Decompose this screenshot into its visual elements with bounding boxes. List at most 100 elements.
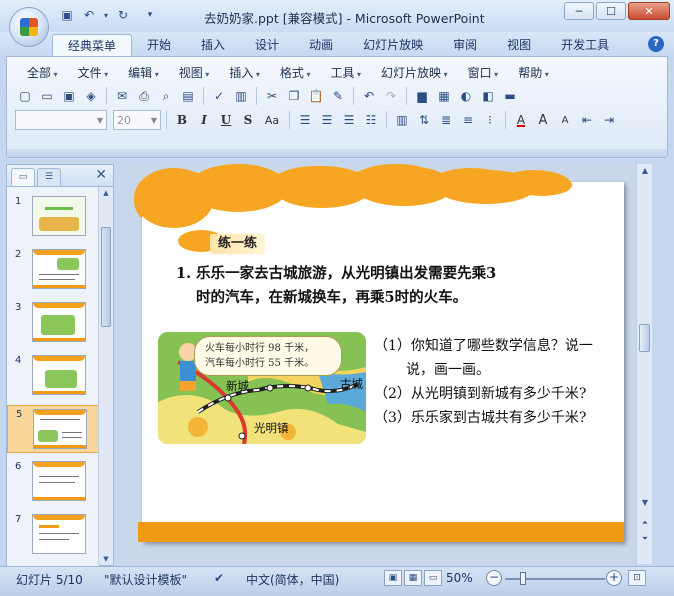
bullets-icon[interactable]: ⁝ xyxy=(480,110,500,130)
slide-thumbnail-5[interactable]: 5 xyxy=(7,405,99,453)
maximize-button[interactable]: ☐ xyxy=(596,2,626,20)
copy-icon[interactable]: ❐ xyxy=(284,86,304,106)
menu-insert[interactable]: 插入 xyxy=(219,64,270,81)
office-button[interactable] xyxy=(9,7,49,47)
justify-icon[interactable]: ☷ xyxy=(361,110,381,130)
menu-file[interactable]: 文件 xyxy=(68,64,119,81)
undo-icon[interactable]: ↶ xyxy=(80,6,98,24)
numbering-icon[interactable]: ≡ xyxy=(458,110,478,130)
slide-thumbnail-2[interactable]: 2 xyxy=(7,246,99,294)
menu-edit[interactable]: 编辑 xyxy=(118,64,169,81)
menu-slideshow[interactable]: 幻灯片放映 xyxy=(371,64,458,81)
research-icon[interactable]: ▤ xyxy=(178,86,198,106)
slide-thumbnail-6[interactable]: 6 xyxy=(7,458,99,506)
normal-view-icon[interactable]: ▣ xyxy=(384,570,402,586)
menu-format[interactable]: 格式 xyxy=(270,64,321,81)
italic-button[interactable]: I xyxy=(194,110,214,130)
fit-to-window-icon[interactable]: ⊡ xyxy=(628,570,646,586)
tab-animation[interactable]: 动画 xyxy=(294,34,348,56)
show-formatting-icon[interactable]: ▬ xyxy=(500,86,520,106)
format-painter-icon[interactable]: ✎ xyxy=(328,86,348,106)
menu-window[interactable]: 窗口 xyxy=(458,64,509,81)
qat-undo-dropdown[interactable]: ▾ xyxy=(102,6,110,24)
minimize-button[interactable]: ─ xyxy=(564,2,594,20)
redo-icon[interactable]: ↻ xyxy=(114,6,132,24)
slides-tab-icon[interactable]: ▭ xyxy=(11,168,35,186)
slide-canvas[interactable]: 练一练 1. 乐乐一家去古城旅游，从光明镇出发需要先乘3 时的汽车，在新城换车，… xyxy=(134,164,624,542)
close-button[interactable]: ✕ xyxy=(628,2,670,20)
shadow-button[interactable]: S xyxy=(238,110,258,130)
bold-button[interactable]: B xyxy=(172,110,192,130)
line-spacing-icon[interactable]: ≣ xyxy=(436,110,456,130)
undo-icon[interactable]: ↶ xyxy=(359,86,379,106)
scrollbar-thumb[interactable] xyxy=(101,227,111,327)
columns-icon[interactable]: ▥ xyxy=(392,110,412,130)
shrink-font-icon[interactable]: A xyxy=(555,110,575,130)
previous-slide-icon[interactable]: ⏶ xyxy=(637,518,653,528)
tab-slideshow[interactable]: 幻灯片放映 xyxy=(348,34,438,56)
increase-indent-icon[interactable]: ⇥ xyxy=(599,110,619,130)
open-folder-icon[interactable]: ▭ xyxy=(37,86,57,106)
color-grayscale-icon[interactable]: ◧ xyxy=(478,86,498,106)
tab-home[interactable]: 开始 xyxy=(132,34,186,56)
close-icon[interactable]: ✕ xyxy=(95,167,107,183)
slide-sorter-icon[interactable]: ▦ xyxy=(404,570,422,586)
scroll-up-icon[interactable]: ▲ xyxy=(637,166,653,175)
zoom-slider-handle[interactable] xyxy=(520,572,526,585)
align-right-icon[interactable]: ☰ xyxy=(339,110,359,130)
spelling-icon[interactable]: ✓ xyxy=(209,86,229,106)
save-icon[interactable]: ▣ xyxy=(59,86,79,106)
slideshow-view-icon[interactable]: ▭ xyxy=(424,570,442,586)
text-direction-icon[interactable]: ⇅ xyxy=(414,110,434,130)
slide-thumbnail-1[interactable]: 1 xyxy=(7,193,99,241)
cut-icon[interactable]: ✂ xyxy=(262,86,282,106)
next-slide-icon[interactable]: ⏷ xyxy=(637,534,653,544)
redo-icon[interactable]: ↷ xyxy=(381,86,401,106)
scroll-down-icon[interactable]: ▼ xyxy=(637,498,653,507)
align-center-icon[interactable]: ☰ xyxy=(317,110,337,130)
scroll-down-icon[interactable]: ▼ xyxy=(101,555,111,563)
tab-insert[interactable]: 插入 xyxy=(186,34,240,56)
spell-check-icon[interactable]: ✔ xyxy=(214,571,224,585)
new-file-icon[interactable]: ▢ xyxy=(15,86,35,106)
permission-icon[interactable]: ◈ xyxy=(81,86,101,106)
underline-button[interactable]: U xyxy=(216,110,236,130)
zoom-out-icon[interactable]: − xyxy=(486,570,502,586)
grow-font-icon[interactable]: A xyxy=(533,110,553,130)
decrease-indent-icon[interactable]: ⇤ xyxy=(577,110,597,130)
font-color-icon[interactable]: A xyxy=(511,110,531,130)
help-icon[interactable]: ? xyxy=(648,36,664,52)
outline-tab-icon[interactable]: ☰ xyxy=(37,168,61,186)
zoom-in-icon[interactable]: + xyxy=(606,570,622,586)
scrollbar-thumb[interactable] xyxy=(639,324,650,352)
scroll-up-icon[interactable]: ▲ xyxy=(101,189,111,197)
email-icon[interactable]: ✉ xyxy=(112,86,132,106)
zoom-level[interactable]: 50% xyxy=(446,571,473,585)
tab-view[interactable]: 视图 xyxy=(492,34,546,56)
editor-scrollbar[interactable]: ▲ ▼ ⏶ ⏷ xyxy=(636,164,652,564)
align-left-icon[interactable]: ☰ xyxy=(295,110,315,130)
panel-scrollbar[interactable]: ▲ ▼ xyxy=(98,187,113,565)
slide-thumbnail-7[interactable]: 7 xyxy=(7,511,99,559)
insert-table-icon[interactable]: ▦ xyxy=(434,86,454,106)
insert-picture-icon[interactable]: ◐ xyxy=(456,86,476,106)
print-icon[interactable]: ⎙ xyxy=(134,86,154,106)
tab-classic-menu[interactable]: 经典菜单 xyxy=(52,34,133,56)
change-case-button[interactable]: Aa xyxy=(260,110,284,130)
slide-thumbnail-3[interactable]: 3 xyxy=(7,299,99,347)
menu-tools[interactable]: 工具 xyxy=(320,64,371,81)
tab-developer[interactable]: 开发工具 xyxy=(546,34,624,56)
insert-chart-icon[interactable]: ▆ xyxy=(412,86,432,106)
tab-review[interactable]: 审阅 xyxy=(438,34,492,56)
menu-view[interactable]: 视图 xyxy=(169,64,220,81)
menu-all[interactable]: 全部 xyxy=(17,64,68,81)
font-name-combo[interactable]: ▼ xyxy=(15,110,107,130)
print-preview-icon[interactable]: ⌕ xyxy=(156,86,176,106)
qat-customize-button[interactable]: ▾ xyxy=(144,6,156,24)
save-icon[interactable]: ▣ xyxy=(58,6,76,24)
language-indicator[interactable]: 中文(简体，中国) xyxy=(246,571,339,588)
slide-thumbnail-4[interactable]: 4 xyxy=(7,352,99,400)
menu-help[interactable]: 帮助 xyxy=(508,64,559,81)
tab-design[interactable]: 设计 xyxy=(240,34,294,56)
font-size-combo[interactable]: 20 ▼ xyxy=(113,110,161,130)
